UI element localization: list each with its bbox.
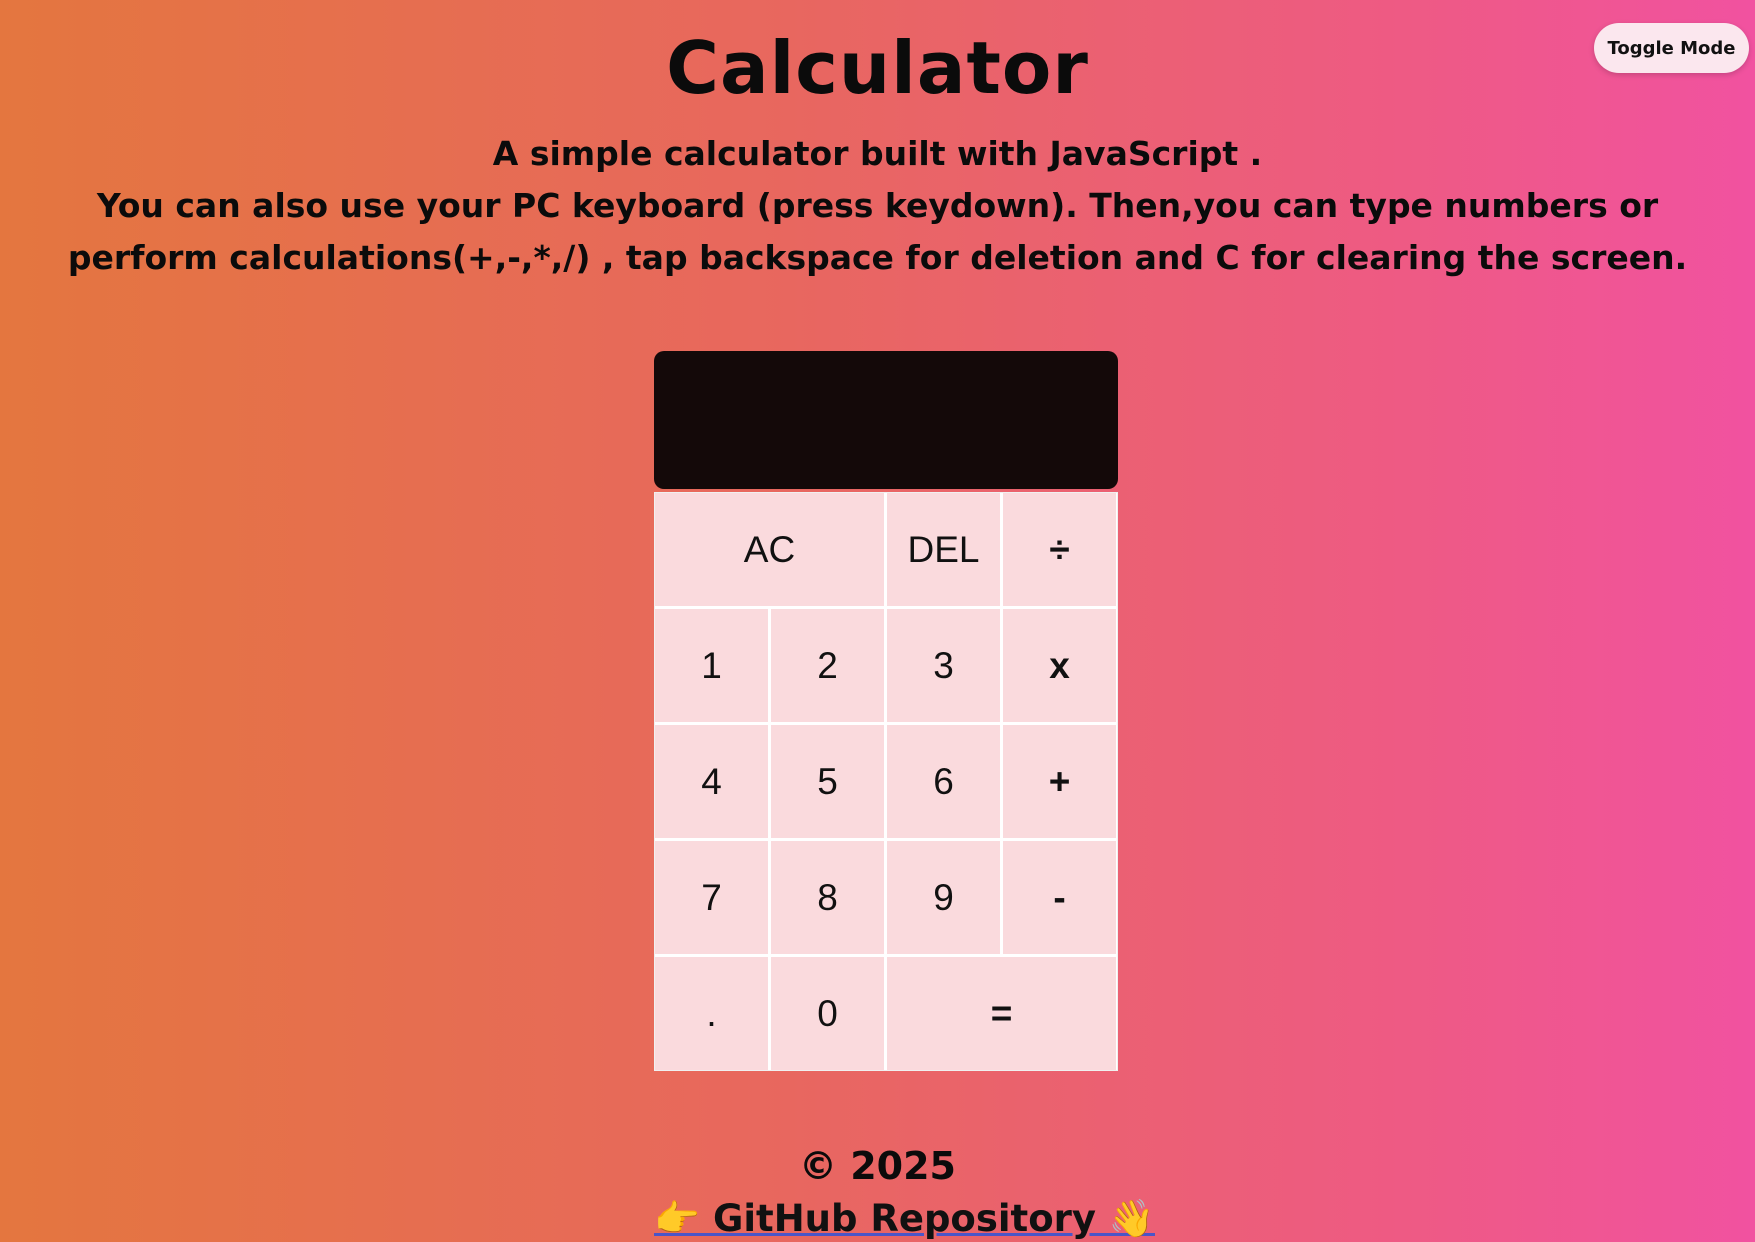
digit-3-button[interactable]: 3 bbox=[887, 609, 1000, 722]
digit-0-button[interactable]: 0 bbox=[771, 957, 884, 1070]
digit-8-button[interactable]: 8 bbox=[771, 841, 884, 954]
divide-button[interactable]: ÷ bbox=[1003, 493, 1116, 606]
description-line-2: You can also use your PC keyboard (press… bbox=[67, 186, 1688, 277]
calculator-keypad: AC DEL ÷ 1 2 3 x 4 5 6 + 7 8 9 - . 0 = bbox=[654, 492, 1118, 1071]
description-line-1: A simple calculator built with JavaScrip… bbox=[492, 134, 1263, 173]
copyright-text: © 2025 bbox=[799, 1144, 956, 1188]
digit-5-button[interactable]: 5 bbox=[771, 725, 884, 838]
plus-button[interactable]: + bbox=[1003, 725, 1116, 838]
digit-9-button[interactable]: 9 bbox=[887, 841, 1000, 954]
digit-6-button[interactable]: 6 bbox=[887, 725, 1000, 838]
calculator-display bbox=[654, 351, 1118, 489]
all-clear-button[interactable]: AC bbox=[655, 493, 884, 606]
page-title: Calculator bbox=[666, 26, 1089, 110]
page-description: A simple calculator built with JavaScrip… bbox=[20, 128, 1735, 284]
equals-button[interactable]: = bbox=[887, 957, 1116, 1070]
digit-4-button[interactable]: 4 bbox=[655, 725, 768, 838]
multiply-button[interactable]: x bbox=[1003, 609, 1116, 722]
minus-button[interactable]: - bbox=[1003, 841, 1116, 954]
github-repository-link[interactable]: 👉 GitHub Repository 👋 bbox=[654, 1196, 1155, 1242]
digit-7-button[interactable]: 7 bbox=[655, 841, 768, 954]
digit-1-button[interactable]: 1 bbox=[655, 609, 768, 722]
delete-button[interactable]: DEL bbox=[887, 493, 1000, 606]
calculator: AC DEL ÷ 1 2 3 x 4 5 6 + 7 8 9 - . 0 = bbox=[654, 351, 1118, 1071]
digit-2-button[interactable]: 2 bbox=[771, 609, 884, 722]
decimal-button[interactable]: . bbox=[655, 957, 768, 1070]
